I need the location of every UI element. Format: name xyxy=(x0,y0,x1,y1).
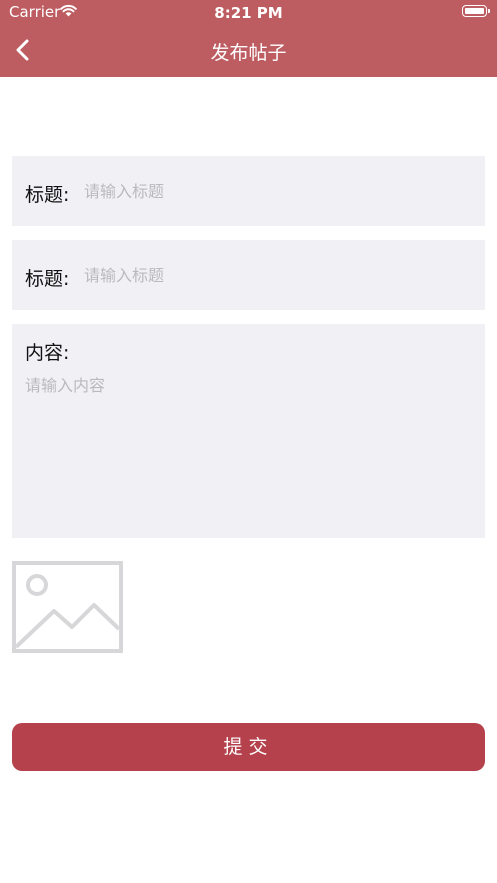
title-field-2: 标题: xyxy=(12,240,485,310)
title-input-2[interactable] xyxy=(84,261,474,289)
content-field: 内容: xyxy=(12,324,485,538)
battery-icon xyxy=(462,5,490,17)
image-placeholder-icon[interactable] xyxy=(12,561,123,653)
status-time: 8:21 PM xyxy=(214,4,283,22)
title-label-1: 标题: xyxy=(25,184,70,206)
page-title: 发布帖子 xyxy=(210,42,287,64)
nav-header: Carrier 8:21 PM 发布帖子 xyxy=(0,0,497,77)
status-bar: Carrier 8:21 PM xyxy=(0,0,497,26)
title-input-1[interactable] xyxy=(84,177,474,205)
title-label-2: 标题: xyxy=(25,268,70,290)
submit-button[interactable]: 提交 xyxy=(12,723,485,771)
content-textarea[interactable] xyxy=(25,372,470,522)
content-label: 内容: xyxy=(25,342,70,364)
title-field-1: 标题: xyxy=(12,156,485,226)
